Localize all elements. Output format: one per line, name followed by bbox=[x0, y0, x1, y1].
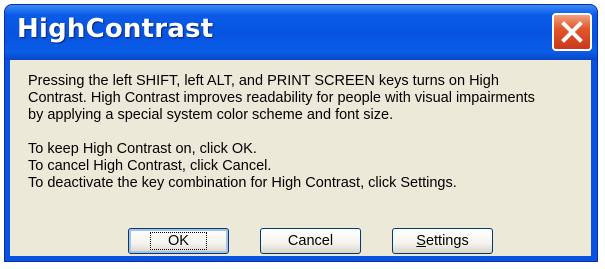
message-line: Contrast. High Contrast improves readabi… bbox=[28, 90, 535, 106]
ok-button[interactable]: OK bbox=[128, 228, 229, 254]
message-line: To cancel High Contrast, click Cancel. bbox=[28, 158, 272, 174]
settings-accelerator: S bbox=[416, 233, 426, 249]
settings-button-label: ettings bbox=[425, 233, 469, 249]
ok-button-label: OK bbox=[150, 232, 207, 250]
cancel-button-label: Cancel bbox=[287, 233, 334, 249]
message-line: by applying a special system color schem… bbox=[28, 107, 394, 123]
settings-button[interactable]: Settings bbox=[392, 228, 493, 254]
dialog-window: HighContrast Pressing the left SHIFT, le… bbox=[4, 4, 598, 262]
window-title: HighContrast bbox=[17, 14, 214, 44]
message-line: To deactivate the key combination for Hi… bbox=[28, 175, 457, 191]
message-line: Pressing the left SHIFT, left ALT, and P… bbox=[28, 73, 499, 89]
message-line: To keep High Contrast on, click OK. bbox=[28, 141, 257, 157]
cancel-button[interactable]: Cancel bbox=[260, 228, 361, 254]
close-x-icon bbox=[561, 21, 583, 43]
dialog-body: Pressing the left SHIFT, left ALT, and P… bbox=[10, 60, 591, 256]
title-bar[interactable]: HighContrast bbox=[5, 5, 597, 60]
close-button[interactable] bbox=[552, 13, 592, 51]
